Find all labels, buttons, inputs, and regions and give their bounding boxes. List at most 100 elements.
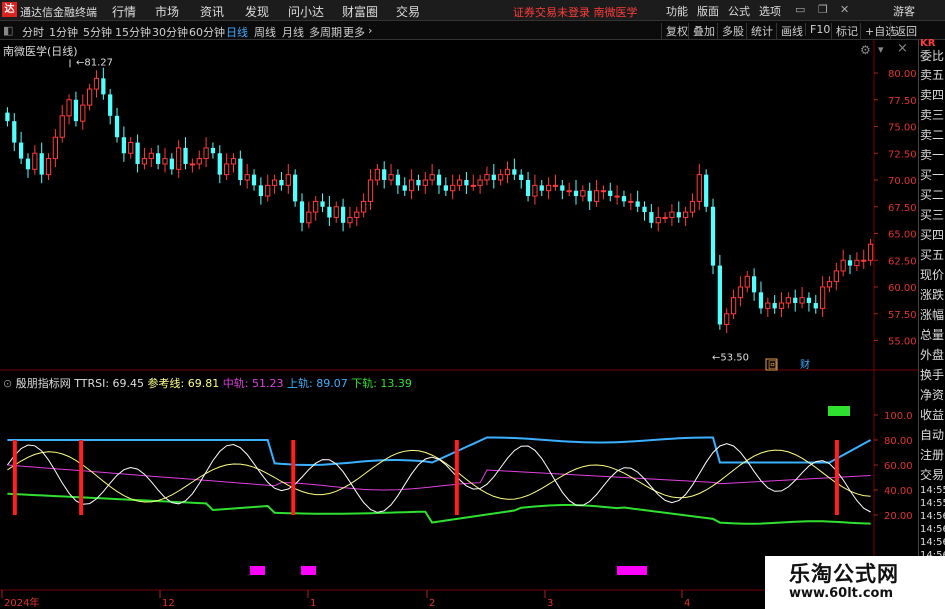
menu-wealth-circle[interactable]: 财富圈 — [342, 3, 378, 20]
tick-time: 14:55 — [920, 485, 945, 496]
menu-market-quotes[interactable]: 行情 — [112, 3, 136, 20]
login-alert[interactable]: 证券交易未登录 南微医学 — [513, 4, 638, 20]
high-label: ←81.27 — [76, 57, 113, 68]
quote-field-label: 涨幅 — [920, 308, 945, 322]
chart-menu-icon[interactable]: ▾ — [878, 43, 884, 56]
guest-label[interactable]: 游客 — [893, 3, 915, 19]
f10-button[interactable]: F10 — [805, 23, 830, 36]
candle-body-up — [388, 174, 394, 181]
signal-marker — [301, 566, 316, 575]
event-marker-hui: 回 — [768, 360, 777, 371]
candle-body-down — [382, 169, 387, 180]
mark-button[interactable]: 标记 — [831, 23, 858, 39]
draw-line-button[interactable]: 画线 — [776, 23, 803, 39]
tab-1min[interactable]: 1分钟 — [49, 24, 78, 40]
candle-body-up — [580, 190, 586, 197]
tick-time: 14:56 — [920, 524, 945, 535]
candle-body-up — [128, 142, 134, 154]
quote-field-label[interactable]: 交易 — [920, 466, 944, 483]
tab-daily[interactable]: 日线 — [226, 24, 248, 40]
candle-body-down — [327, 206, 332, 218]
layout-button[interactable]: 版面 — [697, 3, 719, 19]
reference-line — [7, 449, 871, 503]
options-button[interactable]: 选项 — [759, 3, 781, 19]
candle-body-up — [778, 302, 785, 309]
tab-weekly[interactable]: 周线 — [254, 24, 276, 40]
mid-value: 51.23 — [251, 377, 284, 390]
candle-body-down — [710, 206, 716, 266]
price-tick-label: 60.00 — [888, 283, 917, 294]
ttrsi-line — [6, 443, 871, 513]
overlay-button[interactable]: 叠加 — [688, 23, 715, 39]
candle-body-down — [320, 201, 325, 207]
period-toolbar: ◧ 分时 1分钟 5分钟 15分钟 30分钟 60分钟 日线 周线 月线 多周期… — [0, 21, 945, 40]
candle-body-down — [621, 196, 627, 202]
candle-body-up — [429, 174, 435, 181]
candle-body-down — [251, 174, 257, 186]
tab-30min[interactable]: 30分钟 — [152, 24, 188, 40]
back-button[interactable]: 返回 — [890, 23, 917, 39]
minimize-icon[interactable]: ▭ — [795, 3, 805, 16]
tick-time: 14:55 — [920, 498, 945, 509]
multi-stock-button[interactable]: 多股 — [717, 23, 744, 39]
menu-news[interactable]: 资讯 — [200, 3, 224, 20]
function-button[interactable]: 功能 — [666, 3, 688, 19]
sidebar-toggle-icon[interactable]: ◧ — [3, 24, 13, 37]
menu-discover[interactable]: 发现 — [245, 3, 269, 20]
price-tick-label: 62.50 — [888, 256, 917, 267]
tab-monthly[interactable]: 月线 — [282, 24, 304, 40]
app-logo-icon: 达 — [2, 2, 17, 17]
candle-body-up — [354, 211, 360, 218]
candle-body-up — [87, 88, 93, 106]
price-tick-label: 75.00 — [888, 123, 917, 134]
grid-lines — [0, 40, 918, 609]
chevron-right-icon[interactable]: › — [368, 24, 372, 37]
menu-trade[interactable]: 交易 — [396, 3, 420, 20]
candle-body-up — [271, 179, 278, 186]
formula-button[interactable]: 公式 — [728, 3, 750, 19]
tab-5min[interactable]: 5分钟 — [83, 24, 112, 40]
quote-field-label: 净资 — [920, 388, 945, 402]
chart-area[interactable]: ←81.27 ←53.50 回 财 80.00 77.50 75.00 72.50 70.00… — [0, 40, 918, 609]
candle-body-down — [156, 153, 161, 164]
candle-body-up — [450, 184, 456, 192]
adjust-button[interactable]: 复权 — [661, 23, 688, 39]
quote-field-label[interactable]: 自动 — [920, 426, 944, 443]
tab-more[interactable]: 更多 — [343, 24, 365, 40]
tab-60min[interactable]: 60分钟 — [189, 24, 225, 40]
indicator-tick-label: 20.00 — [884, 511, 913, 522]
tab-15min[interactable]: 15分钟 — [115, 24, 151, 40]
tab-multi-period[interactable]: 多周期 — [309, 24, 342, 40]
candle-body-down — [751, 276, 757, 293]
quote-field-label[interactable]: 注册 — [920, 446, 944, 463]
indicator-name[interactable]: 殷朋指标网 — [16, 377, 71, 390]
quote-field-label: 收益 — [920, 408, 945, 422]
quote-field-label: 卖二 — [920, 128, 945, 142]
candle-body-up — [470, 184, 476, 187]
candle-body-down — [402, 185, 407, 191]
candle-body-down — [19, 142, 24, 159]
menu-market[interactable]: 市场 — [155, 3, 179, 20]
indicator-toggle-icon[interactable]: ⊙ — [3, 377, 12, 390]
indicator-tick-label: 80.00 — [884, 436, 913, 447]
candle-body-up — [176, 147, 182, 170]
close-icon[interactable]: ✕ — [840, 3, 849, 16]
candle-body-down — [183, 147, 188, 164]
chart-close-icon[interactable]: × — [897, 42, 908, 55]
menu-ask[interactable]: 问小达 — [288, 3, 324, 20]
candle-body-up — [532, 184, 538, 197]
candle-body-down — [101, 78, 106, 95]
tick-time: 14:56 — [920, 537, 945, 548]
candle-body-up — [189, 163, 196, 166]
candle-body-down — [108, 94, 113, 116]
lower-label: 下轨: — [351, 377, 377, 390]
statistics-button[interactable]: 统计 — [746, 23, 773, 39]
candle-body-down — [587, 190, 592, 202]
tab-intraday[interactable]: 分时 — [22, 24, 44, 40]
signal-bar — [834, 440, 839, 515]
price-tick-label: 80.00 — [888, 69, 917, 80]
quote-field-label: 总量 — [920, 328, 945, 342]
restore-icon[interactable]: ❐ — [818, 3, 828, 16]
candle-body-up — [244, 174, 250, 181]
settings-gear-icon[interactable]: ⚙ — [860, 43, 871, 57]
